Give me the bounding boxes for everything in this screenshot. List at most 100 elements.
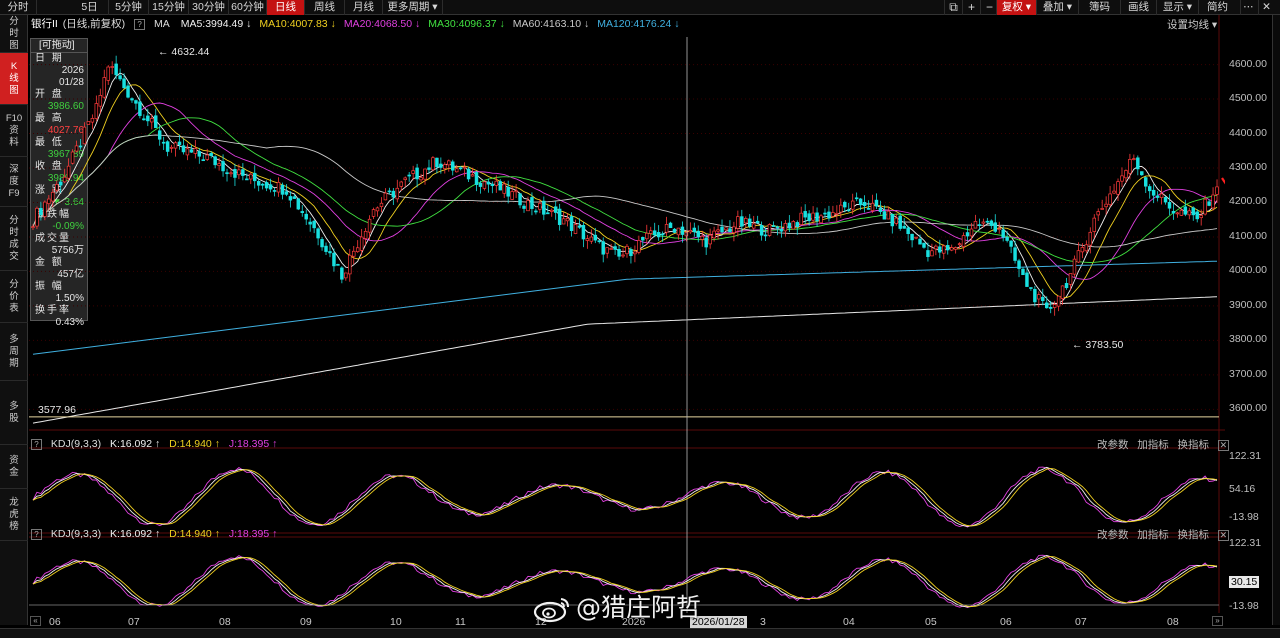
candle-body xyxy=(118,75,122,80)
scroll-left-arrow[interactable]: « xyxy=(30,616,41,626)
candle-body xyxy=(652,230,657,236)
close-icon[interactable]: ✕ xyxy=(1217,439,1229,451)
window-icon[interactable]: ⧉ xyxy=(944,0,962,15)
candle-body xyxy=(276,181,281,193)
toolbar-button-4[interactable]: 显示 ▾ xyxy=(1156,0,1198,15)
candle-body xyxy=(1144,177,1148,187)
sidebar-tab-label: 多 xyxy=(9,401,19,412)
candle-body xyxy=(922,242,926,248)
toolbar-button-0[interactable]: 复权 ▾ xyxy=(996,0,1036,15)
period-tab-4[interactable]: 30分钟 xyxy=(189,0,229,15)
kdj-d-value: D:14.940 ↑ xyxy=(169,438,220,450)
close-icon[interactable]: ✕ xyxy=(1258,0,1274,15)
period-tab-8[interactable]: 月线 xyxy=(345,0,383,15)
sidebar-tab-1[interactable]: K线图 xyxy=(0,53,28,105)
scroll-right-arrow[interactable]: » xyxy=(1212,616,1223,626)
candle-body xyxy=(340,267,344,280)
candle-body xyxy=(538,203,542,210)
candle-body xyxy=(550,209,554,212)
sidebar-tab-0[interactable]: 分时图 xyxy=(0,15,28,53)
top-toolbar: 分时 5日 5分钟 15分钟 30分钟 60分钟 日线 周线 月线 更多周期 ▾ ⧉ + − 复权 ▾ 叠加… xyxy=(0,0,1280,15)
sidebar-tab-4[interactable]: 分时成交 xyxy=(0,207,28,271)
help-icon[interactable]: ? xyxy=(31,528,42,540)
candle-body xyxy=(173,142,178,149)
candle-body xyxy=(1211,194,1215,209)
candle-body xyxy=(1033,288,1037,303)
candle-body xyxy=(712,230,716,239)
zoom-in-icon[interactable]: + xyxy=(962,0,980,15)
kdj-controls-2: 改参数 加指标 换指标 ✕ xyxy=(1097,527,1229,542)
candle-body xyxy=(736,216,740,229)
candle-body xyxy=(858,198,863,206)
change-params-button[interactable]: 改参数 xyxy=(1097,529,1129,541)
add-indicator-button[interactable]: 加指标 xyxy=(1137,439,1169,451)
right-scrollbar[interactable] xyxy=(1272,15,1280,625)
period-tab-1[interactable]: 5日 xyxy=(71,0,109,15)
sidebar-tab-9[interactable]: 龙虎榜 xyxy=(0,489,28,541)
period-tab-5[interactable]: 60分钟 xyxy=(229,0,267,15)
candle-body xyxy=(316,228,320,239)
candle-body xyxy=(577,225,582,228)
price-tick: 3600.00 xyxy=(1229,402,1267,415)
candle-body xyxy=(1120,175,1124,182)
candle-body xyxy=(546,212,550,215)
close-icon[interactable]: ✕ xyxy=(1217,529,1229,541)
candle-body xyxy=(359,236,364,251)
low-price-callout: ← 3783.50 xyxy=(1072,339,1124,352)
sidebar-tab-3[interactable]: 深度 F9 xyxy=(0,157,28,207)
candle-body xyxy=(110,66,114,68)
period-tab-6[interactable]: 日线 xyxy=(267,0,305,15)
date-tick: 06 xyxy=(1000,616,1012,628)
candle-body xyxy=(51,191,55,202)
bottom-tab-strip[interactable] xyxy=(0,628,1280,638)
candle-body xyxy=(1096,211,1100,216)
add-indicator-button[interactable]: 加指标 xyxy=(1137,529,1169,541)
chart-canvas[interactable] xyxy=(29,15,1225,613)
candle-body xyxy=(1080,247,1085,253)
candle-body xyxy=(201,159,205,162)
toolbar-button-5[interactable]: 简约 xyxy=(1198,0,1236,15)
candle-body xyxy=(284,191,289,195)
swap-indicator-button[interactable]: 换指标 xyxy=(1178,529,1210,541)
candle-body xyxy=(462,166,467,169)
candle-body xyxy=(910,233,914,241)
candle-body xyxy=(898,215,902,229)
help-icon[interactable]: ? xyxy=(31,438,42,450)
sidebar-tab-2[interactable]: F10 资料 xyxy=(0,105,28,157)
toolbar-button-3[interactable]: 画线 xyxy=(1120,0,1156,15)
more-icon[interactable]: ⋯ xyxy=(1240,0,1256,15)
candle-body xyxy=(114,63,118,76)
candle-body xyxy=(518,193,522,206)
candle-body xyxy=(799,212,803,225)
candle-body xyxy=(90,118,95,123)
candle-body xyxy=(775,226,780,229)
candle-body xyxy=(751,223,756,229)
sidebar-tab-label: 分 xyxy=(9,215,19,226)
sidebar-tab-7[interactable]: 多股 xyxy=(0,381,28,445)
candle-body xyxy=(1187,210,1192,216)
sidebar-tab-8[interactable]: 资金 xyxy=(0,445,28,489)
period-tab-7[interactable]: 周线 xyxy=(305,0,345,15)
date-tick: 06 xyxy=(49,616,61,628)
period-tab-2[interactable]: 5分钟 xyxy=(109,0,149,15)
candle-body xyxy=(482,181,487,189)
swap-indicator-button[interactable]: 换指标 xyxy=(1178,439,1210,451)
sidebar-tab-5[interactable]: 分价表 xyxy=(0,271,28,323)
period-tab-3[interactable]: 15分钟 xyxy=(149,0,189,15)
period-tab-0[interactable]: 分时 xyxy=(0,0,37,15)
toolbar-button-2[interactable]: 簿码 xyxy=(1078,0,1120,15)
candle-body xyxy=(229,172,233,175)
change-params-button[interactable]: 改参数 xyxy=(1097,439,1129,451)
sidebar-tab-6[interactable]: 多周期 xyxy=(0,323,28,381)
candle-body xyxy=(862,202,867,206)
ma-line-10 xyxy=(32,84,1218,298)
candle-body xyxy=(1191,207,1195,216)
period-tab-9[interactable]: 更多周期 ▾ xyxy=(383,0,443,15)
candle-body xyxy=(787,222,792,229)
candle-body xyxy=(1017,260,1021,269)
candle-body xyxy=(332,252,336,267)
toolbar-button-1[interactable]: 叠加 ▾ xyxy=(1036,0,1078,15)
kdj-controls-1: 改参数 加指标 换指标 ✕ xyxy=(1097,437,1229,452)
candle-body xyxy=(197,151,202,157)
candle-body xyxy=(1041,296,1045,301)
